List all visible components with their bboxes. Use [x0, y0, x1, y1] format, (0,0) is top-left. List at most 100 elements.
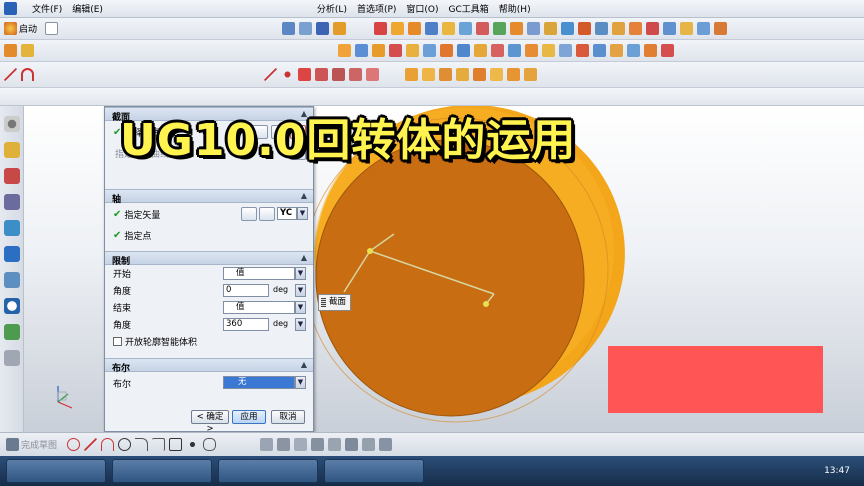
pocket-icon[interactable] [459, 22, 473, 35]
open-profile-row[interactable]: 开放轮廓智能体积 [105, 333, 313, 350]
start-angle-input[interactable]: 0 [223, 284, 269, 297]
wave-icon[interactable] [405, 68, 418, 81]
rectangle-icon[interactable] [169, 438, 183, 451]
patch-icon[interactable] [474, 44, 487, 57]
line-icon[interactable] [4, 68, 17, 81]
arc-icon[interactable] [101, 438, 115, 451]
replace-icon[interactable] [576, 44, 589, 57]
mirror-icon[interactable] [612, 22, 626, 35]
new-file-icon[interactable] [45, 22, 59, 35]
fillet-icon[interactable] [135, 438, 149, 451]
sweep-icon[interactable] [389, 44, 402, 57]
model-icon[interactable] [21, 44, 34, 57]
start-button-label[interactable]: 启动 [19, 22, 37, 35]
cylinder-icon[interactable] [456, 68, 469, 81]
join-curve-icon[interactable] [366, 68, 379, 81]
specify-point-row[interactable]: ✔ 指定点 [105, 225, 313, 245]
trim-icon[interactable] [260, 438, 274, 451]
menu-analysis[interactable]: 分析(L) [312, 2, 352, 15]
circle-icon[interactable] [118, 438, 132, 451]
chevron-down-icon[interactable]: ▼ [295, 301, 306, 314]
chevron-down-icon[interactable]: ▼ [295, 318, 306, 331]
corner-icon[interactable] [294, 438, 308, 451]
bridge-icon[interactable] [457, 44, 470, 57]
reuse-library-icon[interactable] [4, 220, 20, 236]
sync-icon[interactable] [627, 44, 640, 57]
reverse-direction-icon[interactable] [241, 207, 257, 221]
blend-icon[interactable] [527, 22, 541, 35]
collapse-icon[interactable]: ▲ [301, 191, 307, 200]
boss-icon[interactable] [442, 22, 456, 35]
blend-face-icon[interactable] [439, 68, 452, 81]
wrap-icon[interactable] [542, 44, 555, 57]
unite-icon[interactable] [629, 22, 643, 35]
delete-face-icon[interactable] [610, 44, 623, 57]
section-view-icon[interactable] [661, 44, 674, 57]
groove-icon[interactable] [510, 22, 524, 35]
profile-icon[interactable] [67, 438, 81, 451]
offset-icon[interactable] [680, 22, 694, 35]
taskbar-app-browser[interactable] [112, 459, 212, 483]
ok-button[interactable]: < 确定 > [191, 410, 229, 432]
trim-icon[interactable] [578, 22, 592, 35]
assembly-navigator-icon[interactable] [4, 142, 20, 158]
gear-icon[interactable] [4, 116, 20, 132]
view-icon[interactable] [282, 22, 296, 35]
taskbar-app-explorer[interactable] [6, 459, 106, 483]
hole-icon[interactable] [425, 22, 439, 35]
chevron-down-icon[interactable]: ▼ [295, 284, 306, 297]
line-icon[interactable] [84, 438, 98, 451]
project-curve-icon[interactable] [315, 68, 328, 81]
render-icon[interactable] [333, 22, 347, 35]
sphere-icon[interactable] [490, 68, 503, 81]
taskbar-app-folder[interactable] [324, 459, 424, 483]
open-profile-checkbox[interactable] [113, 337, 122, 346]
apply-button[interactable]: 应用 [232, 410, 266, 424]
chamfer-icon[interactable] [152, 438, 166, 451]
intersect-curve-icon[interactable] [332, 68, 345, 81]
limits-group-header[interactable]: 限制 ▲ [105, 251, 313, 267]
subtract-icon[interactable] [646, 22, 660, 35]
arc-icon[interactable] [21, 68, 34, 81]
mirror-curve-icon[interactable] [345, 438, 359, 451]
boolean-group-header[interactable]: 布尔 ▲ [105, 358, 313, 374]
spline-icon[interactable] [264, 68, 277, 81]
start-mode-select[interactable]: 值 [223, 267, 295, 280]
cone-icon[interactable] [473, 68, 486, 81]
extend-icon[interactable] [277, 438, 291, 451]
chevron-down-icon[interactable]: ▼ [297, 207, 308, 220]
boolean-select[interactable]: 无 [223, 376, 295, 389]
constraint-icon[interactable] [311, 438, 325, 451]
specify-vector-row[interactable]: ✔ 指定矢量 YC ▼ [105, 203, 313, 225]
part-navigator-icon[interactable] [4, 194, 20, 210]
offset-curve-icon[interactable] [362, 438, 376, 451]
system-materials-icon[interactable] [4, 324, 20, 340]
pattern-icon[interactable] [595, 22, 609, 35]
part-icon[interactable] [4, 44, 17, 57]
point-icon[interactable] [281, 68, 294, 81]
rib-icon[interactable] [508, 44, 521, 57]
end-mode-select[interactable]: 值 [223, 301, 295, 314]
shell-icon[interactable] [561, 22, 575, 35]
axis-direction-select[interactable]: YC [277, 207, 297, 220]
loft-icon[interactable] [406, 44, 419, 57]
slot-icon[interactable] [493, 22, 507, 35]
pattern-curve-icon[interactable] [379, 438, 393, 451]
menu-help[interactable]: 帮助(H) [494, 2, 536, 15]
taskbar-clock[interactable]: 13:47 [824, 466, 850, 476]
sketch-icon[interactable] [374, 22, 388, 35]
chevron-down-icon[interactable]: ▼ [295, 267, 306, 280]
body-icon[interactable] [422, 68, 435, 81]
taskbar-app-nx[interactable] [218, 459, 318, 483]
chamfer-icon[interactable] [544, 22, 558, 35]
clock-icon[interactable] [4, 298, 20, 314]
menu-preferences[interactable]: 首选项(P) [352, 2, 401, 15]
cancel-button[interactable]: 取消 [271, 410, 305, 424]
emboss-icon[interactable] [525, 44, 538, 57]
block-icon[interactable] [507, 68, 520, 81]
menu-gc-toolbox[interactable]: GC工具箱 [444, 2, 494, 15]
menu-window[interactable]: 窗口(O) [401, 2, 443, 15]
constraint-navigator-icon[interactable] [4, 168, 20, 184]
point-icon[interactable] [186, 438, 200, 451]
chevron-down-icon[interactable]: ▼ [295, 376, 306, 389]
